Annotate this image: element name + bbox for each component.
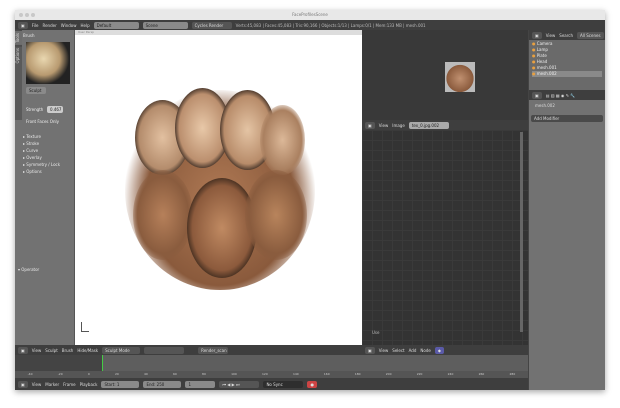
viewport-header-text: User Persp bbox=[75, 30, 362, 35]
editor-type-icon[interactable]: ▣ bbox=[365, 346, 375, 354]
panel-symmetry[interactable]: ▸ Symmetry / Lock bbox=[15, 161, 75, 168]
image-editor-header: ▣ View Image tex_0.jpg.002 bbox=[362, 120, 528, 130]
editor-type-icon[interactable]: ▣ bbox=[18, 380, 28, 388]
menu-frame[interactable]: Frame bbox=[63, 382, 75, 387]
strength-label: Strength bbox=[26, 107, 44, 112]
menu-file[interactable]: File bbox=[32, 23, 39, 28]
tool-shelf: Tools Options Brush Sculpt Strength 0.46… bbox=[15, 30, 75, 345]
blender-window: FaceProfilesScene ▣ File Render Window H… bbox=[15, 10, 605, 390]
panel-overlay[interactable]: ▸ Overlay bbox=[15, 154, 75, 161]
node-editor-footer: ▣ View Select Add Node ◆ bbox=[362, 345, 528, 355]
upper-view[interactable] bbox=[362, 30, 528, 120]
playback-controls[interactable]: ⏮ ◀ ▶ ⏭ bbox=[219, 380, 260, 388]
menu-brush[interactable]: Brush bbox=[62, 348, 74, 353]
mode-select[interactable]: Sculpt Mode bbox=[102, 346, 141, 354]
minimize-button[interactable] bbox=[25, 13, 29, 17]
scene-stats: Verts:45,083 | Faces:45,083 | Tris:90,16… bbox=[235, 22, 426, 28]
editor-type-icon[interactable]: ▣ bbox=[532, 31, 542, 39]
outliner-list: ● Camera ● Lamp ● Plate ● Head ● mesh.00… bbox=[529, 40, 605, 90]
title-bar: FaceProfilesScene bbox=[15, 10, 605, 20]
brush-preview[interactable] bbox=[26, 42, 70, 84]
current-frame-field[interactable]: 1 bbox=[185, 380, 216, 388]
scrollbar[interactable] bbox=[520, 132, 523, 332]
menu-help[interactable]: Help bbox=[81, 23, 90, 28]
editor-type-icon[interactable]: ▣ bbox=[365, 121, 375, 129]
image-editor[interactable]: ▣ View Image tex_0.jpg.002 Use bbox=[362, 120, 528, 345]
close-button[interactable] bbox=[19, 13, 23, 17]
timeline[interactable]: -40 -20 0 20 40 60 80 100 120 140 160 180 200 220 240 2… bbox=[15, 355, 528, 378]
menu-window[interactable]: Window bbox=[61, 23, 77, 28]
menu-view[interactable]: View bbox=[379, 348, 389, 353]
object-name: mesh.002 bbox=[535, 103, 555, 108]
current-frame-marker[interactable] bbox=[102, 355, 103, 371]
menu-view[interactable]: View bbox=[379, 123, 389, 128]
panel-stroke[interactable]: ▸ Stroke bbox=[15, 140, 75, 147]
menu-search[interactable]: Search bbox=[559, 33, 573, 38]
brush-panel-header[interactable]: Brush bbox=[15, 32, 74, 39]
editor-type-icon[interactable]: ▣ bbox=[18, 21, 28, 29]
layers-grid[interactable] bbox=[144, 346, 185, 354]
start-frame-field[interactable]: Start: 1 bbox=[101, 380, 140, 388]
shader-node-icon[interactable]: ◆ bbox=[434, 346, 444, 354]
window-title: FaceProfilesScene bbox=[292, 12, 328, 17]
panel-options[interactable]: ▸ Options bbox=[15, 168, 75, 175]
texture-thumbnail bbox=[445, 62, 475, 92]
menu-sculpt[interactable]: Sculpt bbox=[45, 348, 58, 353]
brush-name-field[interactable]: Sculpt bbox=[26, 87, 46, 94]
menu-hide-mask[interactable]: Hide/Mask bbox=[77, 348, 98, 353]
tab-tools[interactable]: Tools bbox=[15, 30, 22, 45]
panel-curve[interactable]: ▸ Curve bbox=[15, 147, 75, 154]
menu-image[interactable]: Image bbox=[392, 123, 405, 128]
display-mode-select[interactable]: All Scenes bbox=[577, 31, 604, 39]
menu-marker[interactable]: Marker bbox=[45, 382, 59, 387]
tool-shelf-tabs: Tools Options bbox=[15, 30, 22, 120]
image-select[interactable]: tex_0.jpg.002 bbox=[408, 121, 449, 129]
strength-field[interactable]: 0.467 bbox=[47, 106, 63, 113]
operator-panel[interactable]: ▾ Operator bbox=[15, 266, 47, 273]
record-button[interactable]: ● bbox=[307, 380, 317, 388]
axis-widget bbox=[81, 322, 89, 332]
front-faces-only-checkbox[interactable]: Front Faces Only bbox=[26, 118, 59, 125]
add-modifier-button[interactable]: Add Modifier bbox=[531, 115, 603, 122]
zoom-button[interactable] bbox=[31, 13, 35, 17]
engine-select[interactable]: Cycles Render bbox=[191, 21, 232, 29]
timeline-ruler: -40 -20 0 20 40 60 80 100 120 140 160 180 200 220 240 2… bbox=[15, 371, 528, 378]
editor-type-icon[interactable]: ▣ bbox=[18, 346, 28, 354]
end-frame-field[interactable]: End: 250 bbox=[143, 380, 182, 388]
sync-select[interactable]: No Sync bbox=[263, 380, 304, 388]
menu-view[interactable]: View bbox=[32, 382, 42, 387]
tab-options[interactable]: Options bbox=[15, 44, 22, 66]
timeline-header: ▣ View Marker Frame Playback Start: 1 En… bbox=[15, 378, 528, 390]
right-panels: ▣ View Search All Scenes ● Camera ● Lamp… bbox=[528, 30, 605, 390]
menu-render[interactable]: Render bbox=[42, 23, 56, 28]
use-label: Use bbox=[372, 330, 380, 335]
menu-view[interactable]: View bbox=[32, 348, 42, 353]
panel-texture[interactable]: ▸ Texture bbox=[15, 133, 75, 140]
menu-view[interactable]: View bbox=[546, 33, 556, 38]
info-header: ▣ File Render Window Help Default Scene … bbox=[15, 20, 605, 30]
menu-select[interactable]: Select bbox=[392, 348, 404, 353]
scene-select[interactable]: Scene bbox=[142, 21, 188, 29]
layout-select[interactable]: Default bbox=[93, 21, 139, 29]
properties-tabs[interactable]: ▣ ▤ ▥ ▦ ◉ ✎ 🔧 bbox=[529, 90, 605, 100]
render-layer-select[interactable]: Render_scan bbox=[198, 346, 229, 354]
menu-add[interactable]: Add bbox=[409, 348, 417, 353]
menu-playback[interactable]: Playback bbox=[80, 382, 98, 387]
menu-node[interactable]: Node bbox=[420, 348, 430, 353]
3d-viewport[interactable]: User Persp bbox=[75, 30, 362, 345]
viewport-footer: ▣ View Sculpt Brush Hide/Mask Sculpt Mod… bbox=[15, 345, 362, 355]
outliner-header: ▣ View Search All Scenes bbox=[529, 30, 605, 40]
outliner-item[interactable]: ● mesh.002 bbox=[532, 71, 602, 77]
